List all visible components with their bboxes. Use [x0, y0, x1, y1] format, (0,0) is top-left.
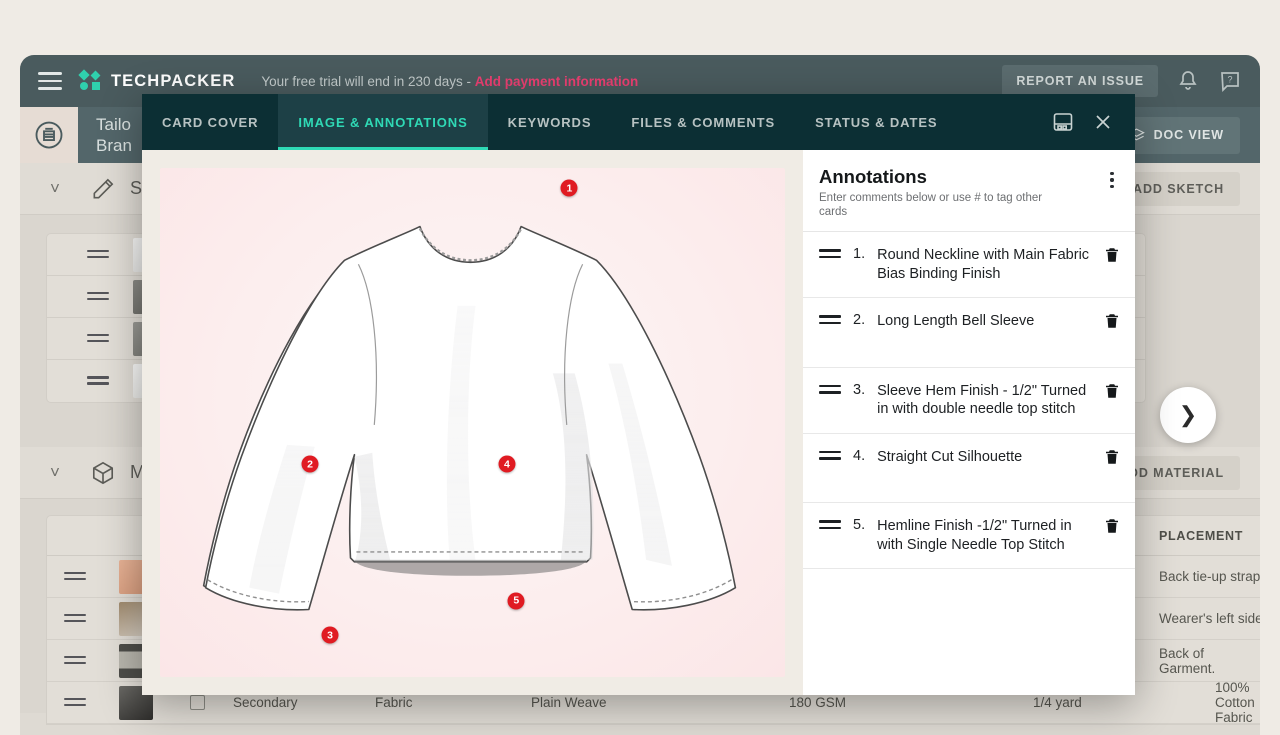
drag-handle-icon[interactable]	[819, 520, 841, 532]
annotation-number: 3.	[853, 382, 865, 398]
save-icon[interactable]	[1051, 110, 1075, 134]
image-annotations-modal: CARD COVER IMAGE & ANNOTATIONS KEYWORDS …	[142, 94, 1135, 695]
annotation-text[interactable]: Sleeve Hem Finish - 1/2" Turned in with …	[877, 382, 1091, 419]
image-pane: 1 2 3 4 5	[142, 150, 803, 695]
annotation-marker-4[interactable]: 4	[498, 456, 515, 473]
annotation-text[interactable]: Hemline Finish -1/2" Turned in with Sing…	[877, 517, 1091, 554]
garment-sketch	[160, 168, 785, 677]
delete-icon[interactable]	[1103, 448, 1121, 466]
delete-icon[interactable]	[1103, 382, 1121, 400]
annotation-number: 5.	[853, 517, 865, 533]
tab-status-dates[interactable]: STATUS & DATES	[795, 94, 957, 150]
annotations-list: 1. Round Neckline with Main Fabric Bias …	[803, 232, 1135, 695]
annotation-item[interactable]: 3. Sleeve Hem Finish - 1/2" Turned in wi…	[803, 368, 1135, 434]
delete-icon[interactable]	[1103, 517, 1121, 535]
tab-card-cover[interactable]: CARD COVER	[142, 94, 278, 150]
modal-tab-bar: CARD COVER IMAGE & ANNOTATIONS KEYWORDS …	[142, 94, 1135, 150]
annotation-text[interactable]: Straight Cut Silhouette	[877, 448, 1091, 467]
annotation-marker-2[interactable]: 2	[302, 456, 319, 473]
annotations-subtitle: Enter comments below or use # to tag oth…	[819, 191, 1069, 219]
annotation-number: 4.	[853, 448, 865, 464]
delete-icon[interactable]	[1103, 246, 1121, 264]
modal-body: 1 2 3 4 5 Annotations Enter comments bel…	[142, 150, 1135, 695]
annotation-marker-5[interactable]: 5	[508, 592, 525, 609]
annotations-title: Annotations	[819, 166, 1069, 188]
drag-handle-icon[interactable]	[819, 249, 841, 261]
annotations-header: Annotations Enter comments below or use …	[803, 150, 1135, 232]
annotation-marker-3[interactable]: 3	[322, 627, 339, 644]
annotation-text[interactable]: Round Neckline with Main Fabric Bias Bin…	[877, 246, 1091, 283]
drag-handle-icon[interactable]	[819, 315, 841, 327]
annotation-number: 2.	[853, 312, 865, 328]
close-icon[interactable]	[1091, 110, 1115, 134]
annotation-item[interactable]: 5. Hemline Finish -1/2" Turned in with S…	[803, 503, 1135, 569]
tab-image-annotations[interactable]: IMAGE & ANNOTATIONS	[278, 94, 487, 150]
annotation-marker-1[interactable]: 1	[561, 180, 578, 197]
annotations-panel: Annotations Enter comments below or use …	[803, 150, 1135, 695]
tab-files-comments[interactable]: FILES & COMMENTS	[611, 94, 795, 150]
modal-overlay: CARD COVER IMAGE & ANNOTATIONS KEYWORDS …	[0, 0, 1280, 720]
tab-keywords[interactable]: KEYWORDS	[488, 94, 612, 150]
sketch-canvas[interactable]: 1 2 3 4 5	[160, 168, 785, 677]
delete-icon[interactable]	[1103, 312, 1121, 330]
annotation-item[interactable]: 2. Long Length Bell Sleeve	[803, 298, 1135, 368]
annotation-text[interactable]: Long Length Bell Sleeve	[877, 312, 1091, 331]
annotation-number: 1.	[853, 246, 865, 262]
modal-actions	[1051, 94, 1135, 150]
drag-handle-icon[interactable]	[819, 451, 841, 463]
annotation-item[interactable]: 1. Round Neckline with Main Fabric Bias …	[803, 232, 1135, 298]
more-vertical-icon[interactable]	[1103, 166, 1121, 188]
drag-handle-icon[interactable]	[819, 385, 841, 397]
annotation-item[interactable]: 4. Straight Cut Silhouette	[803, 434, 1135, 504]
